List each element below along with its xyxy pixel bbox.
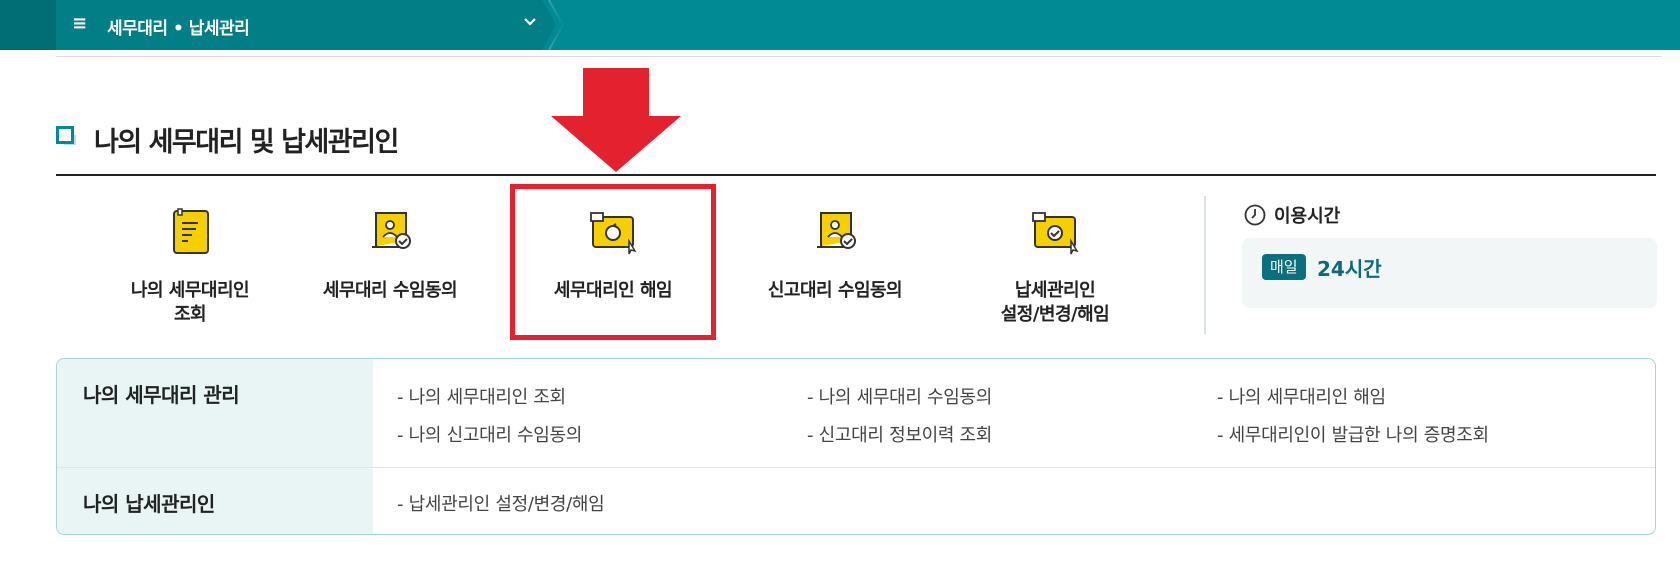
- row-heading-cell: 나의 세무대리 관리: [57, 359, 373, 467]
- link-filing-agency-history[interactable]: 신고대리 정보이력 조회: [807, 421, 993, 447]
- divider: [56, 56, 1662, 57]
- tile-label: 나의 세무대리인 조회: [130, 280, 250, 325]
- red-arrow-annotation: [551, 68, 681, 172]
- row-heading: 나의 납세관리인: [83, 492, 215, 516]
- link-my-tax-agent-dismissal[interactable]: 나의 세무대리인 해임: [1217, 383, 1386, 409]
- section-title: 나의 세무대리 및 납세관리인: [94, 127, 399, 158]
- section-square-icon: [56, 126, 76, 145]
- top-nav-bar: ≡ 세무대리 • 납세관리: [0, 0, 1680, 50]
- tile-label: 납세관리인 설정/변경/해임: [1000, 280, 1110, 325]
- link-my-filing-agency-consent[interactable]: 나의 신고대리 수임동의: [397, 421, 583, 447]
- hamburger-menu-icon[interactable]: ≡: [72, 13, 87, 34]
- links-table: 나의 세무대리 관리 나의 세무대리인 조회 나의 세무대리 수임동의 나의 세…: [56, 358, 1656, 535]
- usage-time-title: 이용시간: [1274, 206, 1341, 227]
- chevron-down-icon[interactable]: [522, 14, 538, 34]
- tile-label: 세무대리 수임동의: [322, 280, 458, 301]
- monitor-check-icon: [1032, 212, 1079, 255]
- vertical-divider: [1204, 196, 1206, 334]
- section-divider: [56, 174, 1656, 176]
- tile-tax-manager-settings[interactable]: 납세관리인 설정/변경/해임: [955, 205, 1155, 327]
- row-heading-cell: 나의 납세관리인: [57, 468, 373, 534]
- tile-filing-agency-consent[interactable]: 신고대리 수임동의: [735, 205, 935, 303]
- usage-time-value: 24시간: [1317, 257, 1382, 281]
- table-row: 나의 세무대리 관리 나의 세무대리인 조회 나의 세무대리 수임동의 나의 세…: [57, 359, 1655, 468]
- link-my-tax-agent-inquiry[interactable]: 나의 세무대리인 조회: [397, 383, 566, 409]
- red-highlight-box: [510, 184, 716, 340]
- table-row: 나의 납세관리인 납세관리인 설정/변경/해임: [57, 468, 1655, 534]
- row-heading: 나의 세무대리 관리: [83, 383, 240, 407]
- scroll-user-check-icon: [372, 212, 411, 249]
- tile-tax-agency-consent[interactable]: 세무대리 수임동의: [290, 205, 490, 303]
- document-icon: [173, 208, 209, 254]
- tile-my-tax-agent-inquiry[interactable]: 나의 세무대리인 조회: [90, 205, 290, 327]
- clock-icon: [1244, 204, 1266, 226]
- link-my-tax-agency-consent[interactable]: 나의 세무대리 수임동의: [807, 383, 993, 409]
- scroll-user-check-icon: [817, 212, 856, 249]
- daily-badge: 매일: [1262, 254, 1306, 280]
- tile-label: 신고대리 수임동의: [767, 280, 903, 301]
- link-tax-manager-settings[interactable]: 납세관리인 설정/변경/해임: [397, 490, 605, 516]
- breadcrumb-title[interactable]: 세무대리 • 납세관리: [107, 14, 250, 39]
- link-certificate-inquiry[interactable]: 세무대리인이 발급한 나의 증명조회: [1217, 421, 1489, 447]
- nav-left-strip: [0, 0, 56, 50]
